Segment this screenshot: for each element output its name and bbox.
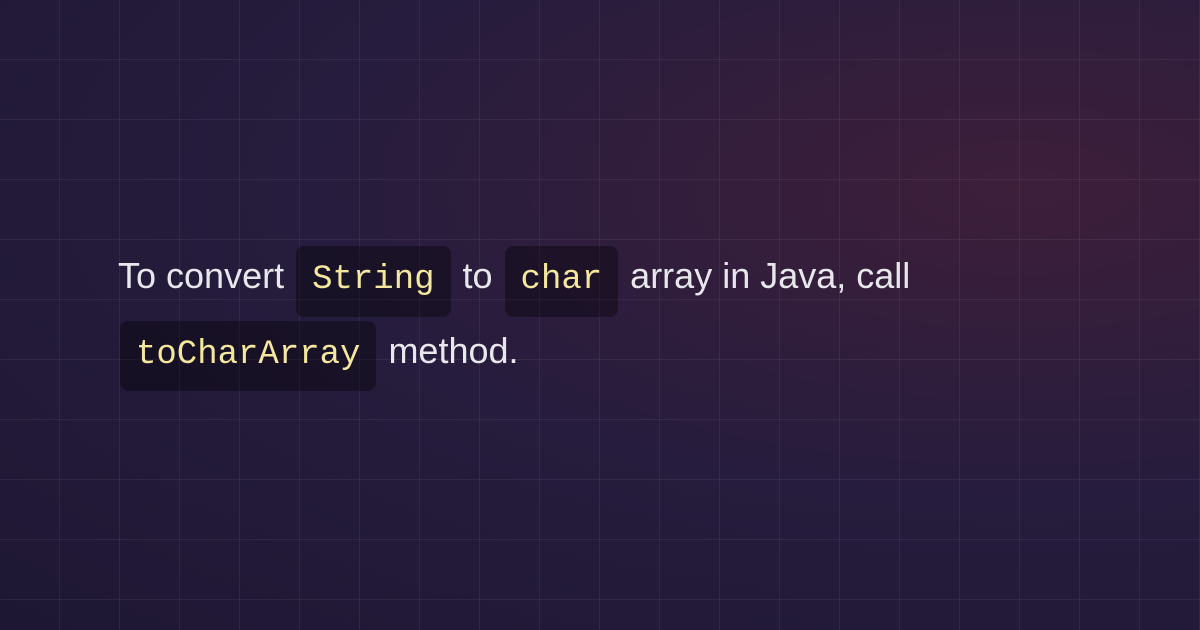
code-char: char xyxy=(505,246,619,317)
text-fragment: method. xyxy=(378,330,518,371)
text-fragment: To convert xyxy=(118,255,294,296)
code-tochararray: toCharArray xyxy=(120,321,376,392)
main-text: To convert String to char array in Java,… xyxy=(118,242,1120,391)
code-string: String xyxy=(296,246,450,317)
text-fragment: array in Java, call xyxy=(620,255,910,296)
text-fragment: to xyxy=(453,255,503,296)
